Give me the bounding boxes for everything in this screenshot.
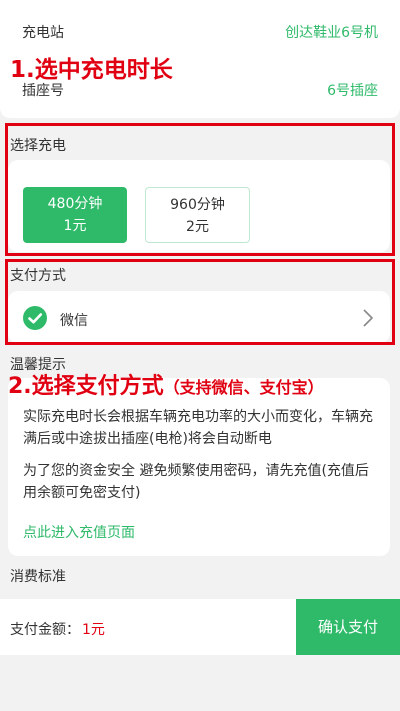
charge-option-960[interactable]: 960分钟 2元 — [145, 187, 250, 243]
confirm-pay-button[interactable]: 确认支付 — [296, 599, 400, 655]
charge-option-duration: 960分钟 — [170, 197, 225, 213]
charge-options-card: 480分钟 1元 960分钟 2元 — [8, 160, 390, 252]
charge-option-price: 2元 — [186, 219, 209, 235]
payment-method-row[interactable]: 微信 — [8, 291, 390, 343]
annotation-step2-sub: （支持微信、支付宝） — [163, 378, 324, 397]
tip-recharge-advice: 为了您的资金安全 避免频繁使用密码，请先充值(充值后用余额可免密支付) — [23, 463, 369, 501]
payment-section-title: 支付方式 — [10, 268, 66, 284]
annotation-step1: 1.选中充电时长 — [10, 57, 173, 83]
tips-card: 实际充电时长会根据车辆充电功率的大小而变化，车辆充满后或中途拔出插座(电枪)将会… — [8, 378, 390, 556]
charge-option-price: 1元 — [63, 218, 87, 234]
socket-value: 6号插座 — [327, 83, 378, 99]
tip-charge-duration: 实际充电时长会根据车辆充电功率的大小而变化，车辆充满后或中途拔出插座(电枪)将会… — [23, 409, 373, 447]
annotation-step2: 2.选择支付方式（支持微信、支付宝） — [8, 368, 324, 400]
pay-amount-value: 1元 — [82, 622, 105, 638]
payment-method-label: 微信 — [60, 313, 88, 329]
station-label: 充电站 — [22, 25, 64, 41]
consumption-section-title: 消费标准 — [10, 569, 66, 585]
wechat-icon — [23, 306, 47, 330]
recharge-link[interactable]: 点此进入充值页面 — [23, 522, 135, 542]
station-value: 创达鞋业6号机 — [285, 25, 378, 41]
bottom-bar: 支付金额： 1元 确认支付 — [0, 599, 400, 655]
charge-option-duration: 480分钟 — [47, 196, 103, 212]
pay-amount-label: 支付金额： — [10, 622, 80, 638]
charge-option-480[interactable]: 480分钟 1元 — [23, 187, 127, 243]
chevron-right-icon — [362, 308, 374, 328]
annotation-step2-main: 2.选择支付方式 — [8, 374, 164, 399]
charge-section-title: 选择充电 — [10, 138, 66, 154]
